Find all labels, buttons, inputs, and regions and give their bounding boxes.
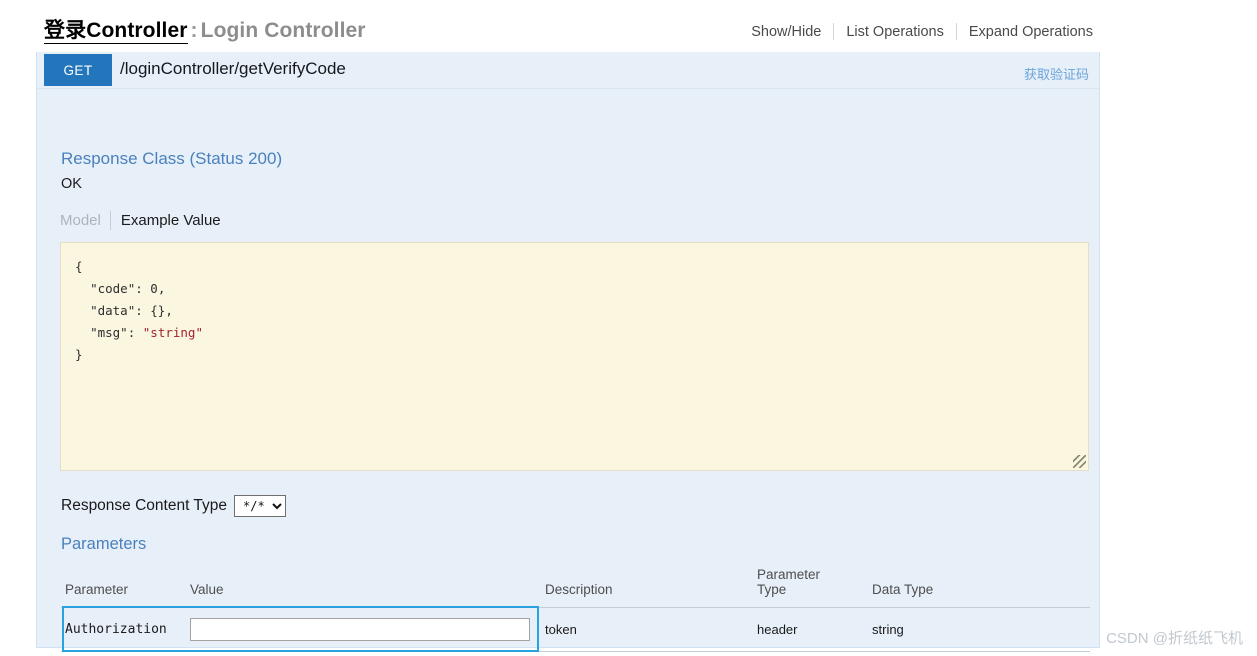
column-header-data-type: Data Type: [868, 565, 1090, 608]
swagger-page: 登录Controller: Login Controller Show/Hide …: [0, 0, 1257, 656]
column-header-parameter-type-line1: Parameter: [757, 567, 821, 582]
cell-parameter-value: [186, 607, 541, 652]
resize-handle-icon[interactable]: [1073, 455, 1086, 468]
cell-parameter-name: Authorization: [61, 607, 186, 652]
authorization-input[interactable]: [190, 618, 530, 641]
example-value-code: { "code": 0, "data": {}, "msg": "string"…: [75, 259, 203, 362]
column-header-parameter-type-line2: Type: [757, 582, 787, 597]
list-operations-link[interactable]: List Operations: [834, 24, 956, 40]
response-content-type-label: Response Content Type: [61, 497, 228, 514]
json-value-code: 0: [150, 281, 158, 296]
json-open-brace: {: [75, 259, 83, 274]
response-class-title: Response Class (Status 200): [61, 149, 283, 168]
json-value-data: {}: [150, 303, 166, 318]
endpoint-path[interactable]: /loginController/getVerifyCode: [120, 59, 346, 79]
cell-description: jti: [541, 651, 753, 656]
parameters-title: Parameters: [61, 535, 147, 553]
cell-description: token: [541, 607, 753, 652]
column-header-description: Description: [541, 565, 753, 608]
operation-body: Response Class (Status 200) OK Model Exa…: [37, 89, 1099, 656]
table-header-row: Parameter Value Description Parameter Typ…: [61, 565, 1090, 608]
json-close-brace: }: [75, 347, 83, 362]
json-key-msg: "msg": [90, 325, 128, 340]
json-value-msg: "string": [142, 325, 203, 340]
response-status-text: OK: [61, 176, 82, 192]
cell-data-type: string: [868, 607, 1090, 652]
table-row: jti jti header string: [61, 651, 1090, 656]
expand-operations-link[interactable]: Expand Operations: [957, 24, 1105, 40]
json-key-data: "data": [90, 303, 136, 318]
response-content-type-select[interactable]: */*: [234, 495, 287, 517]
cell-parameter-name: jti: [61, 651, 186, 656]
column-header-parameter: Parameter: [61, 565, 186, 608]
tab-model[interactable]: Model: [60, 212, 110, 229]
resource-header: 登录Controller: Login Controller Show/Hide …: [0, 0, 1257, 52]
resource-description: Login Controller: [200, 19, 366, 42]
json-key-code: "code": [90, 281, 136, 296]
table-row: Authorization token header string: [61, 607, 1090, 652]
page-title: 登录Controller: Login Controller: [44, 14, 366, 44]
response-content-type-row: Response Content Type */*: [61, 495, 287, 517]
operation-summary: 获取验证码: [1023, 67, 1089, 82]
example-value-box[interactable]: { "code": 0, "data": {}, "msg": "string"…: [60, 242, 1089, 471]
watermark: CSDN @折纸纸飞机: [1106, 630, 1243, 647]
tab-example-value[interactable]: Example Value: [111, 212, 221, 229]
cell-parameter-type: header: [753, 651, 868, 656]
resource-name[interactable]: 登录Controller: [44, 19, 188, 44]
header-links: Show/Hide List Operations Expand Operati…: [739, 23, 1105, 40]
model-tabs: Model Example Value: [60, 211, 221, 230]
show-hide-link[interactable]: Show/Hide: [739, 24, 833, 40]
title-separator: :: [190, 19, 198, 42]
cell-data-type: string: [868, 651, 1090, 656]
cell-parameter-value: [186, 651, 541, 656]
column-header-value: Value: [186, 565, 541, 608]
http-method-badge: GET: [44, 54, 112, 86]
operation-header-bar[interactable]: GET /loginController/getVerifyCode 获取验证码: [37, 52, 1099, 89]
cell-parameter-type: header: [753, 607, 868, 652]
parameters-table: Parameter Value Description Parameter Typ…: [61, 565, 1090, 656]
operation-panel: GET /loginController/getVerifyCode 获取验证码…: [36, 52, 1100, 656]
column-header-parameter-type: Parameter Type: [753, 565, 868, 608]
